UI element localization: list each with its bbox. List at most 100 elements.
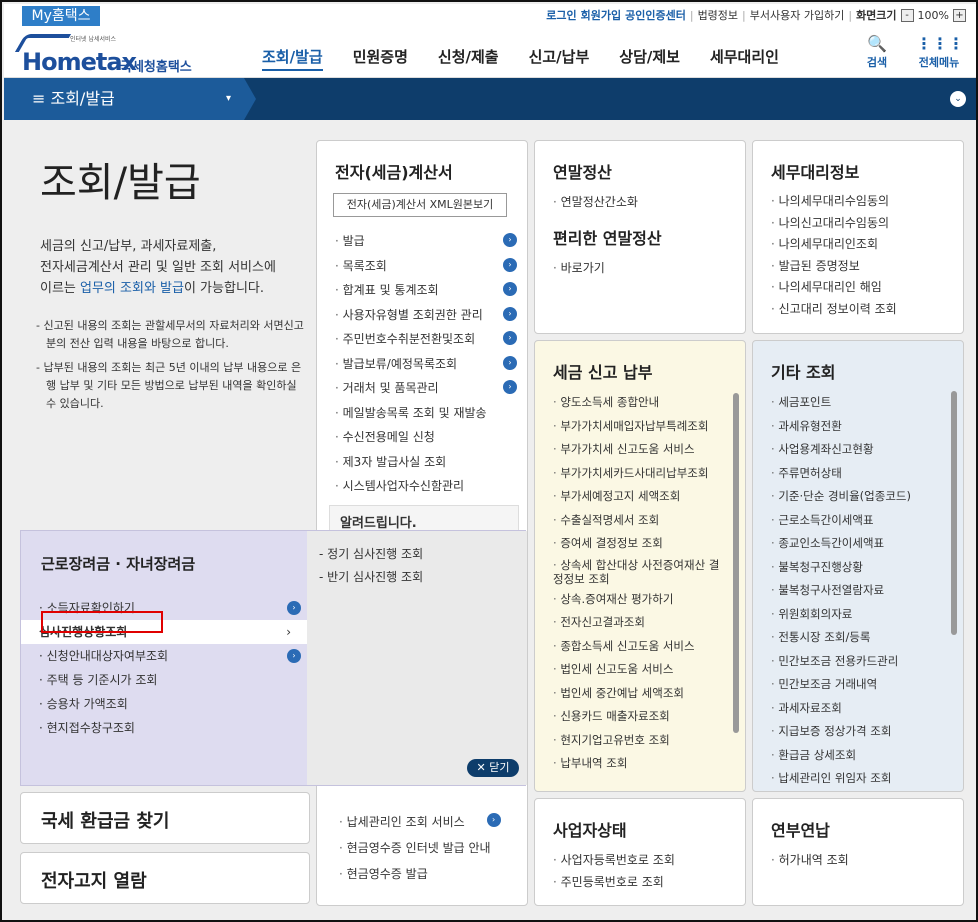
zoom-in-button[interactable]: + — [953, 8, 966, 22]
other-item[interactable]: 민간보조금 전용카드관리 — [771, 650, 963, 674]
tax-item[interactable]: 상속세 합산대상 사전증여재산 결정정보 조회 — [553, 556, 745, 588]
agent-item[interactable]: 나의세무대리수임동의 — [771, 191, 963, 213]
agent-item[interactable]: 신고대리 정보이력 조회 — [771, 299, 963, 321]
etax-bottom-item[interactable]: 납세관리인 조회 서비스› — [339, 809, 511, 835]
nav-inquiry-issue[interactable]: 조회/발급 — [262, 46, 323, 71]
search-button[interactable]: 🔍 검색 — [854, 34, 900, 70]
business-item[interactable]: 주민등록번호로 조회 — [553, 871, 745, 893]
other-item[interactable]: 과세유형전환 — [771, 415, 963, 439]
tax-item[interactable]: 부가가치세카드사대리납부조회 — [553, 462, 745, 486]
etax-item[interactable]: 주민번호수취분전환및조회› — [335, 327, 527, 352]
other-item[interactable]: 불복청구진행상황 — [771, 556, 963, 580]
yearend-list: 연말정산간소화 — [553, 191, 745, 213]
other-item[interactable]: 전통시장 조회/등록 — [771, 626, 963, 650]
all-menu-label: 전체메뉴 — [918, 56, 960, 69]
other-item[interactable]: 세금포인트 — [771, 391, 963, 415]
other-item[interactable]: 지급보증 정상가격 조회 — [771, 720, 963, 744]
zoom-out-button[interactable]: - — [900, 8, 914, 22]
intro-panel: 조회/발급 세금의 신고/납부, 과세자료제출, 전자세금계산서 관리 및 일반… — [20, 140, 310, 500]
tax-item[interactable]: 법인세 신고도움 서비스 — [553, 658, 745, 682]
hometax-logo[interactable]: 인터넷 납세서비스 Hometax 국세청홈택스 — [14, 32, 208, 76]
signup-link[interactable]: 회원가입 — [581, 7, 621, 23]
tax-item[interactable]: 수출실적명세서 조회 — [553, 509, 745, 533]
etax-item[interactable]: 합계표 및 통계조회› — [335, 278, 527, 303]
shortcut-item[interactable]: 바로가기 — [553, 257, 745, 279]
half-year-review-item[interactable]: 반기 심사진행 조회 — [319, 566, 527, 589]
intro-link[interactable]: 업무의 조회와 발급 — [80, 281, 184, 296]
tax-item[interactable]: 부가가치세 신고도움 서비스 — [553, 438, 745, 462]
tax-item[interactable]: 양도소득세 종합안내 — [553, 391, 745, 415]
other-item[interactable]: 과세자료조회 — [771, 697, 963, 721]
installment-item[interactable]: 허가내역 조회 — [771, 849, 963, 871]
intro-description: 세금의 신고/납부, 과세자료제출, 전자세금계산서 관리 및 일반 조회 서비… — [40, 236, 310, 299]
agent-item[interactable]: 나의세무대리인조회 — [771, 234, 963, 256]
etax-item[interactable]: 사용자유형별 조회권한 관리› — [335, 303, 527, 328]
etax-item[interactable]: 발급보류/예정목록조회› — [335, 352, 527, 377]
incentive-item[interactable]: 승용차 가액조회 — [37, 692, 305, 716]
other-item[interactable]: 기준·단순 경비율(업종코드) — [771, 485, 963, 509]
etax-item[interactable]: 거래처 및 품목관리› — [335, 376, 527, 401]
tax-item[interactable]: 종합소득세 신고도움 서비스 — [553, 635, 745, 659]
etax-item[interactable]: 발급› — [335, 229, 527, 254]
other-item[interactable]: 불복청구사전열람자료 — [771, 579, 963, 603]
agent-item[interactable]: 나의세무대리인 해임 — [771, 277, 963, 299]
other-item[interactable]: 환급금 상세조회 — [771, 744, 963, 768]
dept-user-link[interactable]: 부서사용자 가입하기 — [750, 7, 845, 23]
nav-apply-submit[interactable]: 신청/제출 — [438, 46, 499, 71]
tax-item[interactable]: 상속.증여재산 평가하기 — [553, 588, 745, 612]
other-item[interactable]: 근로소득간이세액표 — [771, 509, 963, 533]
other-item[interactable]: 종교인소득간이세액표 — [771, 532, 963, 556]
tax-item[interactable]: 납부내역 조회 — [553, 752, 745, 776]
agent-item[interactable]: 발급된 증명정보 — [771, 256, 963, 278]
zoom-level: 100% — [917, 8, 949, 22]
etax-bottom-item[interactable]: 현금영수증 인터넷 발급 안내 — [339, 835, 511, 861]
business-item[interactable]: 사업자등록번호로 조회 — [553, 849, 745, 871]
tax-item[interactable]: 부가세예정고지 세액조회 — [553, 485, 745, 509]
other-item[interactable]: 위원회회의자료 — [771, 603, 963, 627]
nav-consult-report[interactable]: 상담/제보 — [619, 46, 680, 71]
incentive-item[interactable]: 현지접수창구조회 — [37, 716, 305, 740]
current-section-dropdown[interactable]: ≡ 조회/발급 — [4, 78, 244, 120]
incentive-item[interactable]: 주택 등 기준시가 조회 — [37, 668, 305, 692]
other-inquiry-scrollbar[interactable] — [951, 391, 957, 635]
tax-item[interactable]: 현지기업고유번호 조회 — [553, 729, 745, 753]
yearend-item[interactable]: 연말정산간소화 — [553, 191, 745, 213]
other-item[interactable]: 민간보조금 거래내역 — [771, 673, 963, 697]
other-item[interactable]: 납세관리인 위임자 조회 — [771, 767, 963, 791]
other-item[interactable]: 사업용계좌신고현황 — [771, 438, 963, 462]
tax-item[interactable]: 증여세 결정정보 조회 — [553, 532, 745, 556]
other-item[interactable]: 주류면허상태 — [771, 462, 963, 486]
nav-report-pay[interactable]: 신고/납부 — [529, 46, 590, 71]
tax-item[interactable]: 법인세 중간예납 세액조회 — [553, 682, 745, 706]
submenu-list: 정기 심사진행 조회 반기 심사진행 조회 — [319, 543, 527, 589]
etax-item[interactable]: 수신전용메일 신청 — [335, 425, 527, 450]
regular-review-item[interactable]: 정기 심사진행 조회 — [319, 543, 527, 566]
tax-item[interactable]: 부가가치세매입자납부특례조회 — [553, 415, 745, 439]
etax-item[interactable]: 시스템사업자수신함관리 — [335, 474, 527, 499]
tax-item[interactable]: 전자신고결과조회 — [553, 611, 745, 635]
etax-bottom-item[interactable]: 현금영수증 발급 — [339, 861, 511, 887]
mytax-link[interactable]: My홈택스 — [22, 6, 100, 26]
agent-item[interactable]: 나의신고대리수임동의 — [771, 213, 963, 235]
note-item: - 신고된 내용의 조회는 관할세무서의 자료처리와 서면신고분의 전산 입력 … — [36, 319, 304, 350]
tax-report-scrollbar[interactable] — [733, 393, 739, 733]
nav-civil-cert[interactable]: 민원증명 — [353, 46, 408, 71]
grid-icon: ⋮⋮⋮ — [916, 34, 964, 53]
etax-xml-button[interactable]: 전자(세금)계산서 XML원본보기 — [333, 193, 507, 217]
e-notice-button[interactable]: 전자고지 열람 — [20, 852, 310, 904]
tax-report-card: 세금 신고 납부 양도소득세 종합안내 부가가치세매입자납부특례조회 부가가치세… — [534, 340, 746, 792]
tax-item[interactable]: 신용카드 매출자료조회 — [553, 705, 745, 729]
incentive-item[interactable]: 신청안내대상자여부조회› — [37, 644, 305, 668]
all-menu-button[interactable]: ⋮⋮⋮ 전체메뉴 — [916, 34, 964, 70]
etax-item[interactable]: 목록조회› — [335, 254, 527, 279]
etax-item[interactable]: 제3자 발급사실 조회 — [335, 450, 527, 475]
law-info-link[interactable]: 법령정보 — [698, 7, 738, 23]
refund-finder-button[interactable]: 국세 환급금 찾기 — [20, 792, 310, 844]
etax-item[interactable]: 메일발송목록 조회 및 재발송 — [335, 401, 527, 426]
agent-title: 세무대리정보 — [771, 163, 860, 182]
cert-center-link[interactable]: 공인인증센터 — [625, 7, 686, 23]
nav-tax-agent[interactable]: 세무대리인 — [710, 46, 779, 71]
expand-icon[interactable]: ⌄ — [950, 91, 966, 107]
close-button[interactable]: ✕ 닫기 — [467, 759, 519, 777]
login-link[interactable]: 로그인 — [546, 7, 576, 23]
